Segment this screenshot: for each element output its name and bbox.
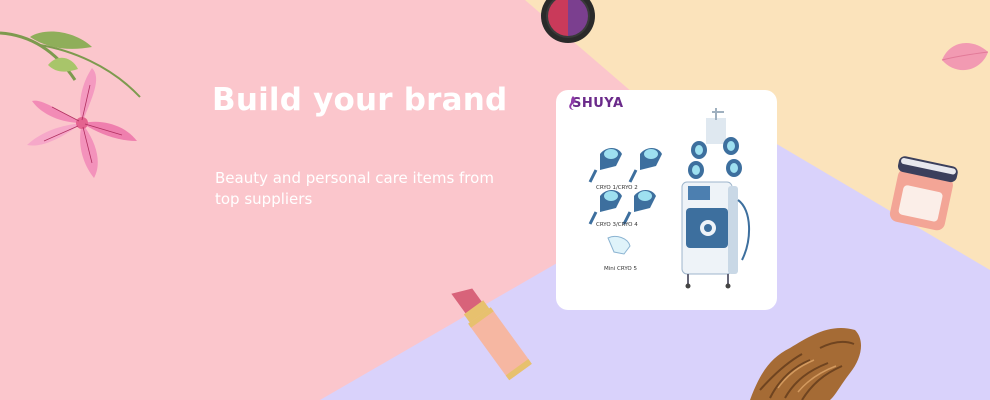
cream-jar-icon xyxy=(889,156,958,231)
hair-extension-icon xyxy=(750,328,862,400)
hero-banner[interactable]: Build your brand Beauty and personal car… xyxy=(0,0,990,400)
label-mini-cryo-5: Mini CRYO 5 xyxy=(604,266,637,272)
petal-icon xyxy=(941,42,989,71)
lipstick-icon xyxy=(451,288,532,381)
label-cryo-3-4: CRYO 3/CRYO 4 xyxy=(596,222,638,228)
lily-flower-icon xyxy=(0,31,141,178)
subheadline: Beauty and personal care items from top … xyxy=(215,169,494,208)
label-cryo-1-2: CRYO 1/CRYO 2 xyxy=(596,185,638,191)
product-card[interactable]: SHUYA CRYO 1/CRYO 2 CRYO 3/CRYO 4 Mini C… xyxy=(556,90,777,310)
eyeshadow-compact-icon xyxy=(541,0,595,43)
cryo-machine-image xyxy=(588,108,751,289)
headline: Build your brand xyxy=(212,82,508,118)
